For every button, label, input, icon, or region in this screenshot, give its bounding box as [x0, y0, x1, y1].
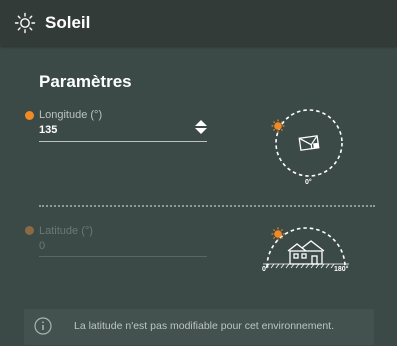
sun-icon: [14, 12, 36, 34]
header-bar: Soleil: [0, 0, 397, 46]
latitude-input: 0: [39, 240, 46, 252]
longitude-input[interactable]: 135: [39, 124, 189, 136]
section-title: Paramètres: [39, 72, 132, 91]
sun-position-marker: [271, 119, 285, 133]
compass-house-top-view-icon: [271, 109, 343, 177]
info-icon: [34, 317, 52, 335]
stepper-up-arrow: [195, 120, 207, 126]
latitude-label: Latitude (°): [39, 225, 93, 237]
house-shape: [287, 240, 325, 265]
latitude-indicator-dot: [25, 226, 34, 235]
longitude-input-underline: [39, 141, 207, 142]
info-message-text: La latitude n'est pas modifiable pour ce…: [74, 320, 334, 332]
latitude-diagram-right-label: 180°: [334, 266, 349, 273]
section-divider: [39, 205, 375, 207]
panel-title: Soleil: [45, 13, 91, 32]
info-message-box: La latitude n'est pas modifiable pour ce…: [24, 309, 374, 345]
longitude-stepper[interactable]: [194, 119, 208, 135]
longitude-label: Longitude (°): [39, 109, 103, 121]
longitude-diagram-zero-label: 0°: [305, 179, 312, 186]
sun-position-marker: [271, 227, 285, 241]
house-side-view-icon: [263, 227, 349, 269]
latitude-diagram-left-label: 0°: [262, 266, 269, 273]
longitude-indicator-dot: [25, 111, 34, 120]
stepper-down-arrow: [195, 128, 207, 134]
latitude-input-underline: [39, 256, 207, 257]
